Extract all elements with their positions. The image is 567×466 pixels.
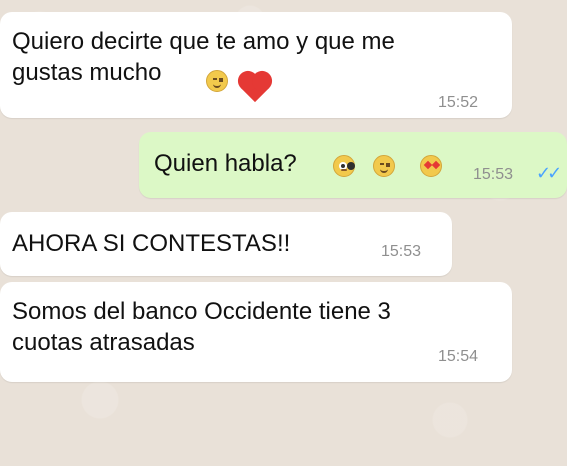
read-status-icon: ✓✓ (536, 163, 562, 183)
relieved-smile-icon (373, 155, 395, 177)
incoming-message-bubble[interactable]: Quiero decirte que te amo y que me gusta… (0, 12, 512, 118)
message-text: Quien habla? (154, 150, 297, 177)
flushed-face-icon (333, 155, 355, 177)
message-text-line: cuotas atrasadas (12, 329, 195, 356)
outgoing-message-bubble[interactable]: Quien habla? 15:53 ✓✓ (139, 132, 567, 198)
relieved-smile-icon (206, 70, 228, 92)
incoming-message-bubble[interactable]: Somos del banco Occidente tiene 3 cuotas… (0, 282, 512, 382)
message-text-line: Somos del banco Occidente tiene 3 (12, 298, 391, 325)
message-text-line: Quiero decirte que te amo y que me (12, 28, 395, 55)
heart-eyes-icon (420, 155, 442, 177)
incoming-message-bubble[interactable]: AHORA SI CONTESTAS!! 15:53 (0, 212, 452, 276)
chat-window: Quiero decirte que te amo y que me gusta… (0, 0, 567, 466)
message-text: AHORA SI CONTESTAS!! (12, 230, 291, 257)
message-time: 15:52 (438, 94, 479, 111)
message-text-line: gustas mucho (12, 59, 162, 86)
message-time: 15:53 (473, 166, 514, 183)
message-time: 15:53 (381, 243, 422, 260)
message-time: 15:54 (438, 348, 479, 365)
red-heart-icon (240, 73, 270, 103)
